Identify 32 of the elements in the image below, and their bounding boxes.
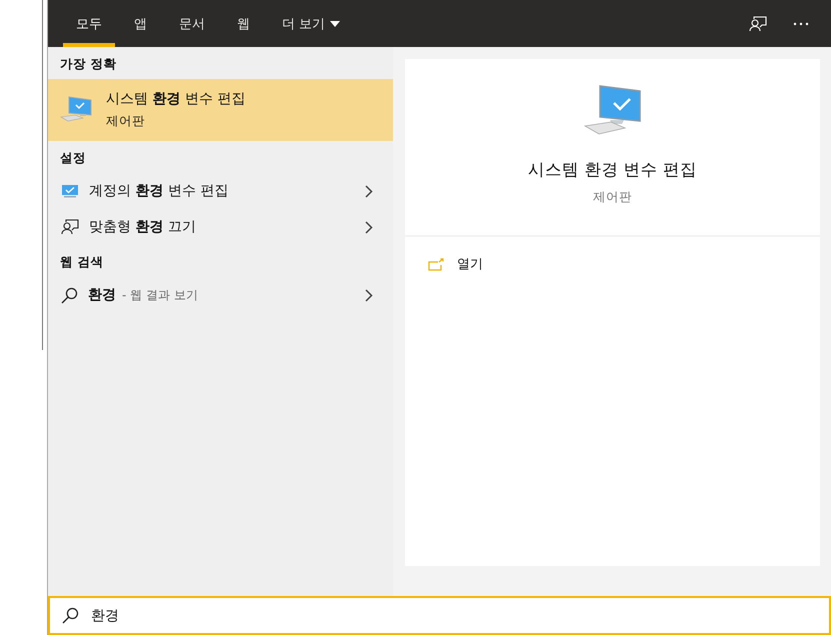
result-hint: - 웹 결과 보기 [122,286,198,304]
section-heading: 웹 검색 [59,253,104,271]
result-item[interactable]: 계정의 환경 변수 편집 [48,173,393,209]
tab[interactable]: 웹 [224,0,263,47]
search-icon [62,607,79,624]
tab[interactable]: 앱 [121,0,160,47]
best-match-item[interactable]: 시스템 환경 변수 편집 제어판 [48,79,393,141]
chevron-icon [365,184,373,198]
more-icon[interactable] [793,22,809,26]
monitor-icon [61,184,79,198]
section-heading: 가장 정확 [59,55,118,73]
tab[interactable]: 문서 [166,0,218,47]
detail-subtitle: 제어판 [593,189,632,206]
result-subtitle: 제어판 [106,113,146,130]
feedback-icon[interactable] [749,16,767,32]
tab[interactable]: 더 보기 [269,0,354,47]
detail-title: 시스템 환경 변수 편집 [528,159,697,181]
section-heading: 설정 [59,149,87,167]
search-field[interactable]: 환경 [48,596,831,635]
result-text: 환경 [88,286,116,304]
feedback-icon [61,219,79,235]
open-icon [428,258,444,270]
chevron-icon [365,288,373,302]
caret-icon [330,20,340,26]
result-text: 계정의 환경 변수 편집 [89,182,228,200]
result-text: 맞춤형 환경 끄기 [89,218,196,236]
result-item[interactable]: 맞춤형 환경 끄기 [48,209,393,245]
search-icon [61,286,78,304]
open-action[interactable]: 열기 [428,255,483,273]
result-item[interactable]: 환경 - 웹 결과 보기 [48,277,393,313]
result-title: 시스템 환경 변수 편집 [106,90,246,108]
chevron-icon [365,220,373,234]
